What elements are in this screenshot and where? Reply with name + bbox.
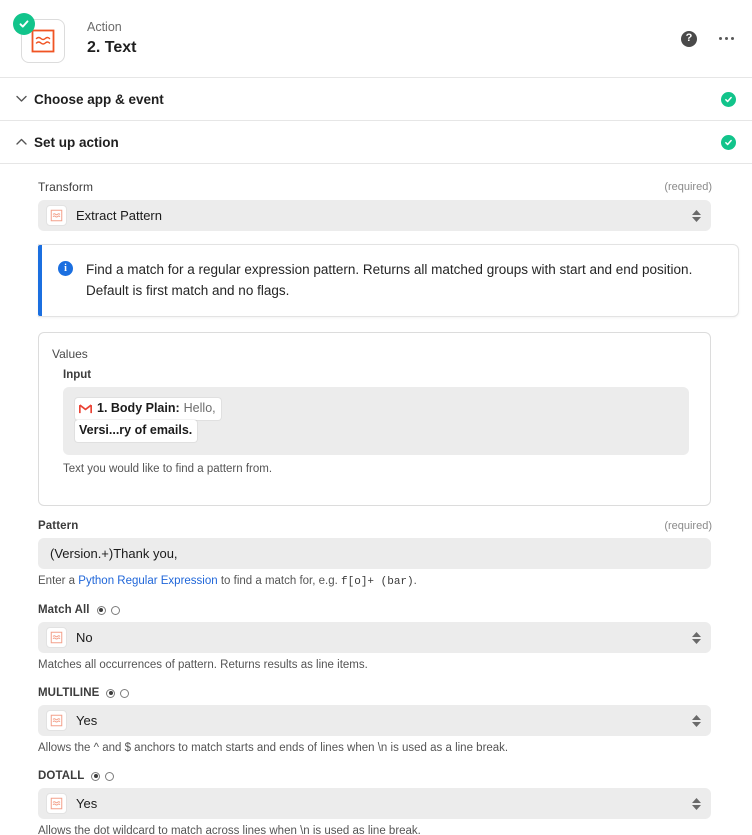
token-pill[interactable]: 1. Body Plain: Hello, [75,398,221,420]
section-set-up-action[interactable]: Set up action [0,121,752,164]
formatter-wave-icon [46,205,67,226]
check-circle-icon [721,92,736,107]
sort-arrows-icon[interactable] [692,632,701,644]
values-fieldset: Values Input 1. Body Plain: Hello, Versi… [38,332,711,506]
python-regex-link[interactable]: Python Regular Expression [78,575,217,587]
pattern-input[interactable]: (Version.+)Thank you, [38,538,711,569]
match-all-select[interactable]: No [38,622,711,653]
action-header: Action 2. Text ? [0,0,752,78]
help-circle-icon[interactable]: ? [681,31,697,47]
field-header: Match All [38,604,712,616]
header-text-group: Action 2. Text [87,19,137,58]
info-circle-icon: i [58,261,73,276]
radio-option-selected[interactable] [106,689,115,698]
header-actions: ? [681,31,734,47]
info-callout: i Find a match for a regular expression … [38,244,739,317]
transform-select[interactable]: Extract Pattern [38,200,711,231]
token-key: 1. Body Plain: [97,400,180,417]
token-value: Hello, [184,400,216,417]
field-header: MULTILINE [38,687,712,699]
helper-mid: to find a match for, e.g. [218,575,341,587]
field-dotall: DOTALL Yes Allows the dot wildcard to ma… [38,770,712,835]
chevron-down-icon [12,95,30,103]
formatter-wave-icon [46,710,67,731]
pattern-helper-text: Enter a Python Regular Expression to fin… [38,574,712,590]
radio-option-selected[interactable] [97,606,106,615]
pattern-value: (Version.+)Thank you, [50,546,178,561]
section-label: Set up action [34,135,119,150]
required-marker: (required) [664,520,712,532]
radio-option[interactable] [111,606,120,615]
chevron-up-icon [12,138,30,146]
match-all-toggle[interactable] [97,606,120,615]
input-field[interactable]: 1. Body Plain: Hello, Versi...ry of emai… [63,387,689,455]
dotall-helper-text: Allows the dot wildcard to match across … [38,824,712,835]
field-label: Match All [38,604,90,616]
check-circle-icon [13,13,35,35]
action-kicker: Action [87,19,137,36]
section-choose-app-event[interactable]: Choose app & event [0,78,752,121]
setup-action-panel: Transform (required) Extract Pattern i F… [0,164,752,835]
callout-text: Find a match for a regular expression pa… [86,259,722,301]
input-helper-text: Text you would like to find a pattern fr… [63,463,696,475]
token-key: Versi...ry of emails. [79,422,192,439]
field-match-all: Match All No Matches all occurrences of … [38,604,712,673]
sort-arrows-icon[interactable] [692,210,701,222]
field-pattern: Pattern (required) (Version.+)Thank you,… [38,520,712,590]
section-label: Choose app & event [34,92,164,107]
required-marker: (required) [664,181,712,193]
field-multiline: MULTILINE Yes Allows the ^ and $ anchors… [38,687,712,756]
page-title: 2. Text [87,37,137,58]
field-header: DOTALL [38,770,712,782]
gmail-icon [79,404,92,414]
match-all-helper-text: Matches all occurrences of pattern. Retu… [38,658,712,673]
dotall-toggle[interactable] [91,772,114,781]
token-pill[interactable]: Versi...ry of emails. [75,420,197,442]
check-circle-icon [721,135,736,150]
field-label: Pattern [38,520,78,532]
formatter-wave-icon [46,627,67,648]
helper-code: f[o]+ (bar) [341,576,414,588]
multiline-select[interactable]: Yes [38,705,711,736]
transform-value: Extract Pattern [76,208,162,223]
field-label: Transform [38,180,93,194]
helper-suffix: . [414,575,417,587]
radio-option-selected[interactable] [91,772,100,781]
input-label: Input [63,369,696,381]
multiline-helper-text: Allows the ^ and $ anchors to match star… [38,741,712,756]
formatter-wave-icon [46,793,67,814]
field-label: DOTALL [38,770,84,782]
multiline-value: Yes [76,713,97,728]
field-transform: Transform (required) Extract Pattern [38,180,712,231]
dotall-select[interactable]: Yes [38,788,711,819]
field-label: MULTILINE [38,687,99,699]
more-horizontal-icon[interactable] [719,37,734,40]
radio-option[interactable] [120,689,129,698]
helper-prefix: Enter a [38,575,78,587]
field-header: Transform (required) [38,180,712,194]
match-all-value: No [76,630,93,645]
dotall-value: Yes [76,796,97,811]
values-legend: Values [47,347,93,361]
sort-arrows-icon[interactable] [692,798,701,810]
multiline-toggle[interactable] [106,689,129,698]
field-header: Pattern (required) [38,520,712,532]
radio-option[interactable] [105,772,114,781]
app-icon-group [13,13,65,65]
sort-arrows-icon[interactable] [692,715,701,727]
